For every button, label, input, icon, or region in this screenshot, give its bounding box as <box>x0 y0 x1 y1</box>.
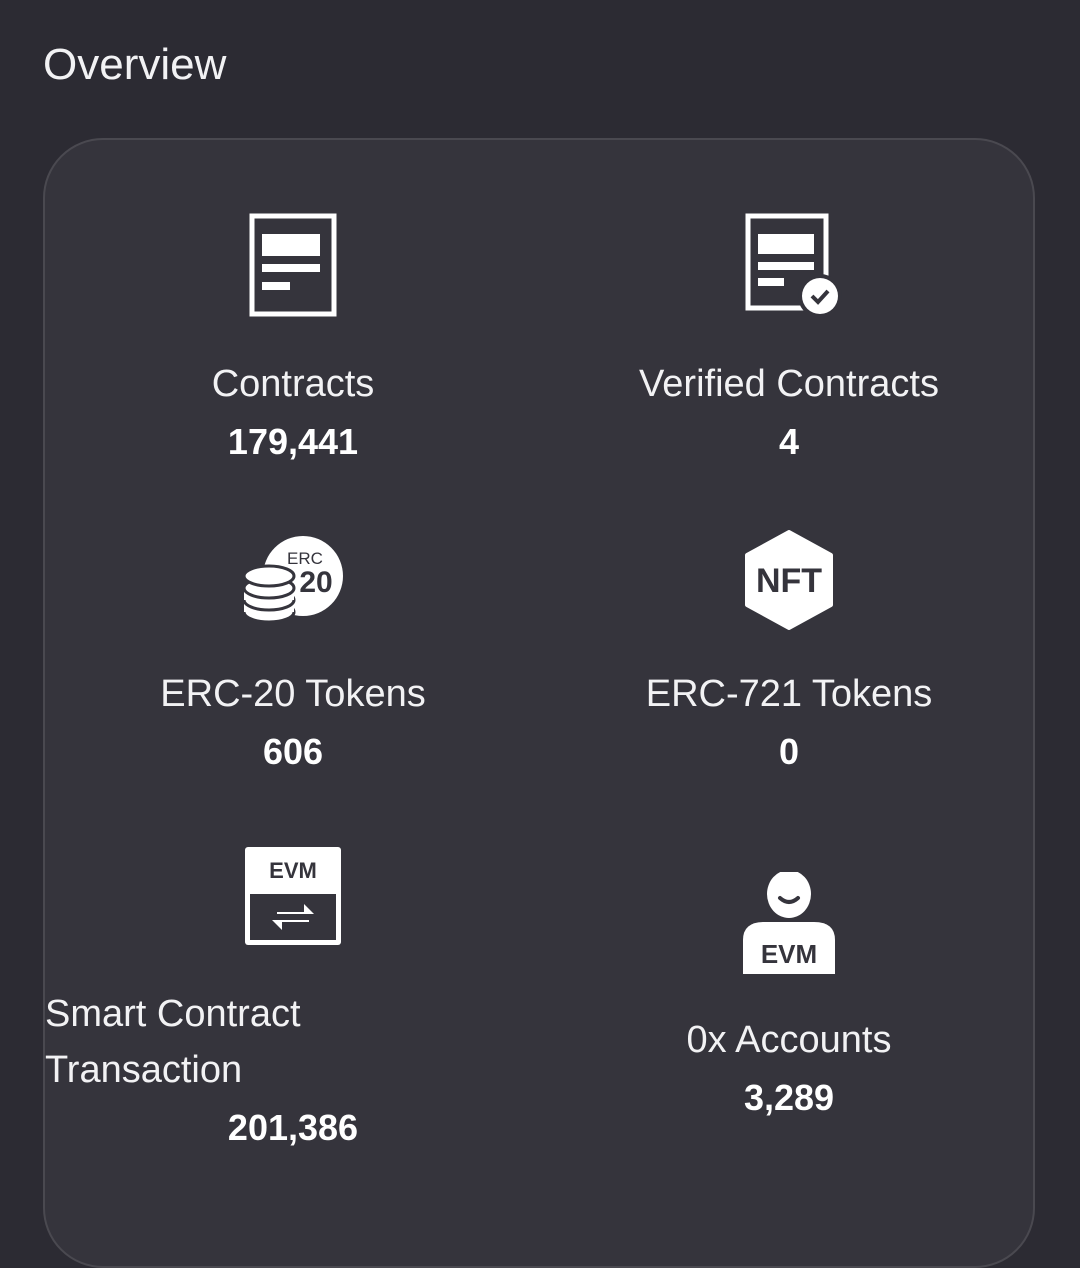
stat-smart-contract-transaction[interactable]: EVM Smart Contract Transaction 201,386 <box>45 846 541 1150</box>
evm-account-icon: EVM <box>743 872 835 974</box>
contract-icon <box>249 213 337 317</box>
20-icon-text: 20 <box>299 566 332 599</box>
stat-contracts[interactable]: Contracts 179,441 <box>45 212 541 464</box>
stat-label-line2: Transaction <box>45 1049 243 1091</box>
stat-value: 0 <box>778 731 800 772</box>
evm-icon-text: EVM <box>269 858 317 883</box>
stat-label: Contracts <box>211 363 375 405</box>
stat-erc20-tokens[interactable]: ERC 20 ERC-20 Tokens 606 <box>45 532 541 774</box>
stat-value: 606 <box>262 731 324 772</box>
stat-verified-contracts[interactable]: Verified Contracts 4 <box>541 212 1037 464</box>
stat-0x-accounts[interactable]: EVM 0x Accounts 3,289 <box>541 872 1037 1120</box>
stat-value: 179,441 <box>227 421 359 462</box>
stat-label: Verified Contracts <box>639 363 939 405</box>
stat-label: ERC-721 Tokens <box>645 673 933 715</box>
evm-transaction-icon: EVM <box>245 847 341 945</box>
overview-card: Contracts 179,441 Verified Contracts 4 E… <box>43 138 1035 1268</box>
page-title: Overview <box>43 40 227 89</box>
stat-value: 201,386 <box>227 1107 359 1148</box>
stat-label: ERC-20 Tokens <box>160 673 426 715</box>
stat-value: 4 <box>778 421 800 462</box>
stat-value: 3,289 <box>743 1077 835 1118</box>
stat-erc721-tokens[interactable]: NFT ERC-721 Tokens 0 <box>541 530 1037 774</box>
stat-label: 0x Accounts <box>686 1019 892 1061</box>
erc20-coins-icon: ERC 20 <box>243 536 343 624</box>
stat-label: Smart Contract Transaction <box>45 992 541 1092</box>
verified-contract-icon <box>745 213 842 318</box>
nft-hexagon-icon: NFT <box>745 530 833 630</box>
nft-icon-text: NFT <box>756 562 822 600</box>
evm-icon-text: EVM <box>761 939 817 969</box>
stat-label-line1: Smart Contract <box>45 993 301 1035</box>
